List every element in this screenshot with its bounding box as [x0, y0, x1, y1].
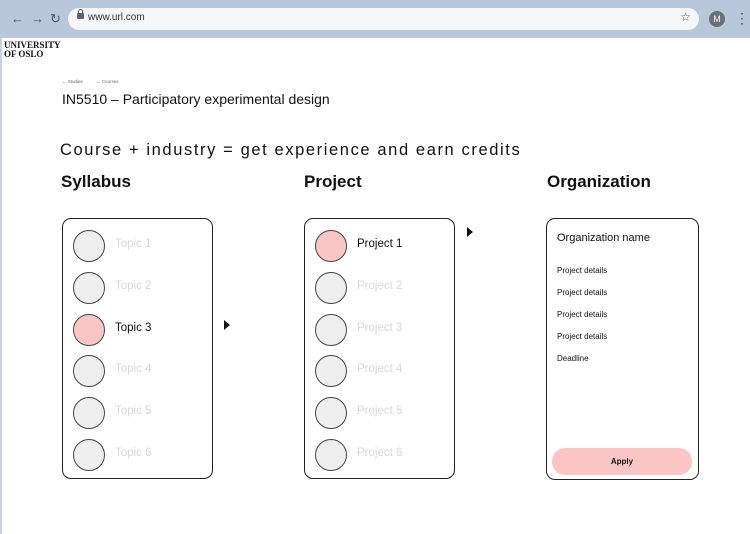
- topic-circle: [73, 439, 105, 471]
- project-card: Project 1 Project 2 Project 3 Project 4 …: [304, 218, 455, 479]
- project-label: Project 5: [357, 405, 403, 417]
- project-circle: [315, 355, 347, 387]
- window-edge: [0, 38, 2, 534]
- topic-circle: [73, 230, 105, 262]
- more-menu-icon[interactable]: ⋮: [735, 9, 749, 27]
- breadcrumb-item[interactable]: ← Courses: [96, 79, 125, 84]
- apply-button[interactable]: Apply: [552, 448, 692, 475]
- project-circle: [315, 230, 347, 262]
- bookmark-star-icon[interactable]: ☆: [680, 10, 691, 24]
- project-label: Project 6: [357, 447, 403, 459]
- topic-label: Topic 1: [115, 238, 152, 250]
- logo-line-2: OF OSLO: [4, 49, 44, 59]
- project-label: Project 1: [357, 238, 403, 250]
- project-circle: [315, 272, 347, 304]
- back-arrow-icon[interactable]: ←: [11, 10, 24, 28]
- project-label: Project 4: [357, 363, 403, 375]
- topic-label: Topic 4: [115, 363, 152, 375]
- project-circle: [315, 397, 347, 429]
- breadcrumb: ← Studies ← Courses: [62, 79, 131, 84]
- syllabus-card: Topic 1 Topic 2 Topic 3 Topic 4 Topic 5 …: [62, 218, 213, 479]
- breadcrumb-item[interactable]: ← Studies: [62, 79, 89, 84]
- organization-card: Organization name Project details Projec…: [546, 218, 699, 480]
- browser-toolbar: ← → ↻ www.url.com ☆ M ⋮: [0, 0, 750, 38]
- topic-circle: [73, 397, 105, 429]
- project-heading: Project: [304, 172, 362, 191]
- project-circle: [315, 439, 347, 471]
- project-label: Project 3: [357, 322, 403, 334]
- topic-circle: [73, 314, 105, 346]
- project-label: Project 2: [357, 280, 403, 292]
- forward-arrow-icon[interactable]: →: [31, 10, 44, 28]
- reload-icon[interactable]: ↻: [50, 10, 61, 28]
- topic-label: Topic 6: [115, 447, 152, 459]
- lock-icon: [77, 9, 84, 19]
- syllabus-heading: Syllabus: [61, 172, 131, 191]
- topic-circle: [73, 355, 105, 387]
- project-detail: Project details: [557, 332, 608, 341]
- topic-circle: [73, 272, 105, 304]
- project-detail: Project details: [557, 266, 608, 275]
- project-detail: Project details: [557, 310, 608, 319]
- topic-label: Topic 5: [115, 405, 152, 417]
- university-logo[interactable]: UNIVERSITY OF OSLO: [4, 41, 61, 59]
- organization-heading: Organization: [547, 172, 651, 191]
- organization-name: Organization name: [557, 232, 650, 244]
- profile-avatar[interactable]: M: [709, 11, 725, 27]
- topic-label: Topic 2: [115, 280, 152, 292]
- url-text: www.url.com: [88, 12, 145, 23]
- page-title: IN5510 – Participatory experimental desi…: [62, 91, 330, 107]
- project-circle: [315, 314, 347, 346]
- deadline: Deadline: [557, 354, 589, 363]
- topic-label: Topic 3: [115, 322, 152, 334]
- caret-right-icon: [467, 227, 473, 237]
- project-detail: Project details: [557, 288, 608, 297]
- caret-right-icon: [224, 320, 230, 330]
- tagline: Course + industry = get experience and e…: [60, 141, 522, 159]
- address-bar[interactable]: www.url.com ☆: [68, 8, 699, 30]
